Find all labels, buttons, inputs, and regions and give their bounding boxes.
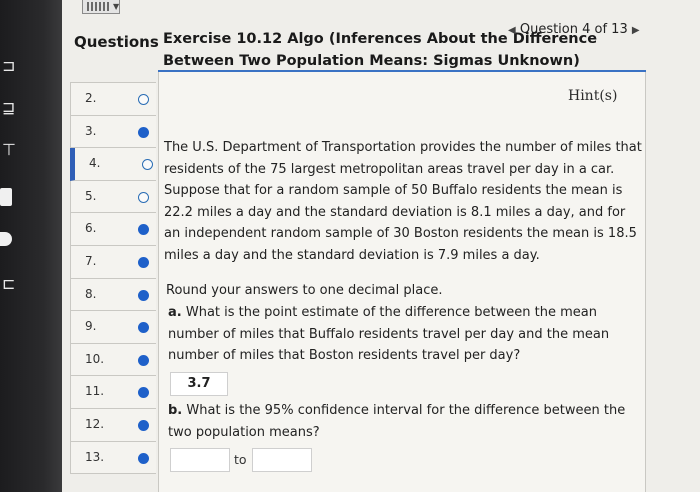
chevron-down-icon[interactable]: ▼ bbox=[113, 2, 119, 11]
edge-glyph bbox=[0, 232, 12, 246]
calculator-grid bbox=[87, 2, 111, 11]
question-list-item[interactable]: 7. bbox=[70, 245, 156, 279]
question-list-item[interactable]: 6. bbox=[70, 213, 156, 246]
edge-glyph: ⊐ bbox=[2, 56, 16, 75]
status-filled-dot-icon bbox=[138, 224, 149, 236]
edge-glyph: ⊤ bbox=[2, 140, 16, 159]
question-list-item[interactable]: 2. bbox=[70, 83, 156, 116]
part-a-label: a. bbox=[168, 305, 182, 320]
question-list-item[interactable]: 10. bbox=[70, 343, 156, 377]
status-filled-dot-icon bbox=[138, 289, 149, 301]
part-b-text: What is the 95% confidence interval for … bbox=[168, 403, 626, 440]
question-list-item[interactable]: 3. bbox=[70, 115, 156, 149]
calculator-icon[interactable]: ▼ bbox=[82, 0, 120, 14]
question-list-item[interactable]: 8. bbox=[70, 278, 156, 312]
status-filled-dot-icon bbox=[138, 126, 149, 138]
question-number: 3. bbox=[85, 123, 97, 138]
question-number: 12. bbox=[85, 416, 105, 431]
triangle-left-icon[interactable]: ◀ bbox=[508, 25, 516, 36]
status-filled-dot-icon bbox=[138, 452, 149, 464]
ci-to-label: to bbox=[234, 452, 247, 467]
question-number: 7. bbox=[85, 253, 97, 268]
questions-heading: Questions bbox=[74, 33, 159, 51]
question-number: 11. bbox=[85, 384, 105, 399]
question-list-item[interactable]: 9. bbox=[70, 311, 156, 344]
question-list-item[interactable]: 11. bbox=[70, 376, 156, 409]
question-list: 2. 3. 4. 5. 6. 7. 8. 9. 10. 11. 12. 13. bbox=[70, 82, 156, 475]
rounding-instruction: Round your answers to one decimal place. bbox=[166, 283, 443, 298]
problem-statement: The U.S. Department of Transportation pr… bbox=[164, 140, 642, 263]
edge-glyph bbox=[0, 188, 12, 206]
question-list-item[interactable]: 12. bbox=[70, 408, 156, 442]
status-filled-dot-icon bbox=[138, 354, 149, 366]
hint-link[interactable]: Hint(s) bbox=[568, 88, 617, 104]
question-number: 10. bbox=[85, 351, 105, 366]
screen-edge: ⊐ ⊒ ⊤ ⊏ bbox=[0, 0, 62, 492]
part-a-text: What is the point estimate of the differ… bbox=[168, 305, 610, 364]
question-list-item[interactable]: 5. bbox=[70, 180, 156, 214]
homework-app: ▼ Questions 2. 3. 4. 5. 6. 7. 8. 9. 10. 11. 12. 13.… bbox=[62, 0, 700, 492]
edge-glyph: ⊏ bbox=[2, 274, 16, 293]
part-b-label: b. bbox=[168, 403, 183, 418]
status-filled-dot-icon bbox=[138, 387, 149, 399]
status-open-circle-icon bbox=[138, 191, 149, 203]
status-filled-dot-icon bbox=[138, 256, 149, 268]
question-number: 8. bbox=[85, 286, 97, 301]
triangle-right-icon[interactable]: ▶ bbox=[632, 25, 640, 36]
status-filled-dot-icon bbox=[138, 419, 149, 431]
question-number: 5. bbox=[85, 188, 97, 203]
question-number: 9. bbox=[85, 319, 97, 334]
ci-lower-field[interactable] bbox=[170, 448, 230, 472]
edge-glyph: ⊒ bbox=[2, 98, 16, 117]
question-number: 4. bbox=[89, 156, 101, 171]
question-number: 6. bbox=[85, 221, 97, 236]
part-b-question: b. What is the 95% confidence interval f… bbox=[168, 400, 646, 443]
question-navigator: ◀ Question 4 of 13 ▶ bbox=[508, 22, 640, 37]
ci-upper-field[interactable] bbox=[252, 448, 312, 472]
question-list-item[interactable]: 13. bbox=[70, 441, 156, 475]
part-a-answer-field[interactable]: 3.7 bbox=[170, 372, 228, 396]
status-open-circle-icon bbox=[138, 94, 149, 105]
question-number: 13. bbox=[85, 449, 105, 464]
part-a-question: a. What is the point estimate of the dif… bbox=[168, 302, 646, 367]
status-open-circle-icon bbox=[142, 159, 153, 171]
status-filled-dot-icon bbox=[138, 322, 149, 334]
question-position: Question 4 of 13 bbox=[519, 22, 628, 37]
question-number: 2. bbox=[85, 91, 97, 105]
question-list-item[interactable]: 4. bbox=[70, 148, 156, 181]
